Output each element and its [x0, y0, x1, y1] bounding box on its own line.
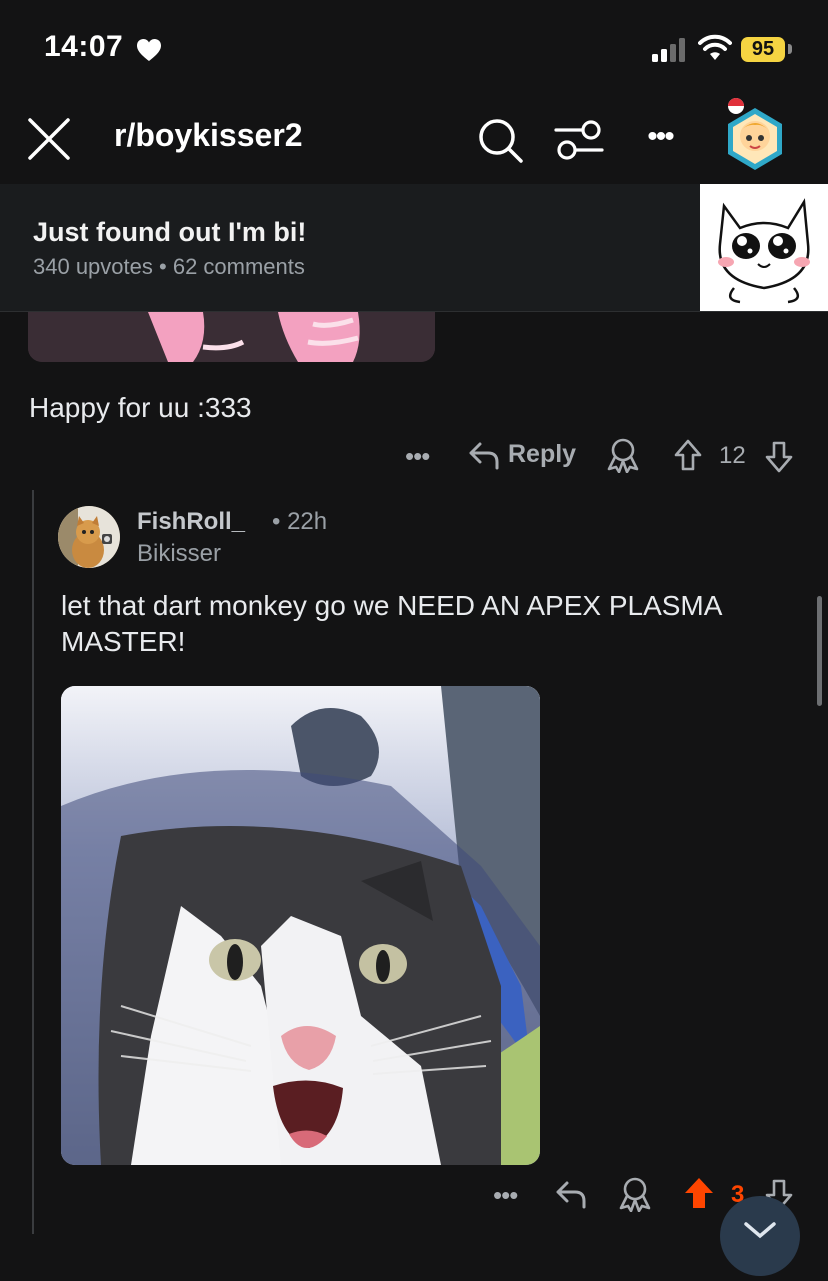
heart-icon — [137, 39, 161, 61]
signal-icon — [652, 38, 685, 62]
upvote-active-icon[interactable] — [683, 1176, 715, 1210]
author-flair: Bikisser — [137, 540, 222, 567]
comment-image[interactable] — [61, 686, 540, 1165]
award-icon[interactable] — [618, 1176, 652, 1212]
search-icon[interactable] — [476, 116, 524, 164]
commenter-avatar[interactable] — [58, 506, 120, 568]
upvote-icon[interactable] — [673, 438, 703, 472]
subreddit-title[interactable]: r/boykisser2 — [114, 117, 303, 154]
battery-indicator: 95 — [741, 37, 785, 62]
thread-line[interactable] — [32, 490, 34, 1234]
post-title[interactable]: Just found out I'm bi! — [33, 217, 306, 248]
more-options-icon[interactable]: ••• — [638, 122, 682, 158]
previous-comment-more-button[interactable]: ••• — [405, 441, 430, 472]
previous-comment-score: 12 — [719, 442, 746, 469]
comment-author[interactable]: FishRoll_ — [137, 508, 245, 536]
reply-icon[interactable] — [555, 1179, 587, 1209]
comment-body: let that dart monkey go we NEED AN APEX … — [61, 590, 721, 657]
jump-next-comment-button[interactable] — [720, 1196, 800, 1276]
downvote-icon[interactable] — [764, 440, 794, 474]
close-button[interactable] — [26, 116, 72, 162]
scrollbar[interactable] — [817, 596, 822, 706]
meta-separator: • — [159, 254, 167, 279]
award-icon[interactable] — [606, 437, 640, 473]
post-upvotes: 340 upvotes — [33, 254, 153, 279]
post-meta: 340 upvotes • 62 comments — [33, 254, 305, 280]
filter-icon[interactable] — [554, 118, 604, 162]
chevron-down-icon — [744, 1222, 776, 1239]
battery-nub — [788, 44, 792, 54]
previous-comment-image[interactable] — [28, 312, 435, 362]
comment-more-button[interactable]: ••• — [493, 1180, 518, 1211]
post-comments-count: 62 comments — [172, 254, 305, 279]
status-time: 14:07 — [44, 30, 124, 63]
wifi-icon — [698, 34, 732, 60]
previous-comment-reply-button[interactable]: Reply — [508, 440, 576, 469]
comment-time: • 22h — [272, 508, 328, 535]
reply-icon[interactable] — [468, 440, 500, 470]
user-avatar[interactable] — [722, 96, 788, 172]
post-thumbnail[interactable] — [700, 184, 828, 311]
previous-comment-body: Happy for uu :333 — [29, 392, 252, 423]
